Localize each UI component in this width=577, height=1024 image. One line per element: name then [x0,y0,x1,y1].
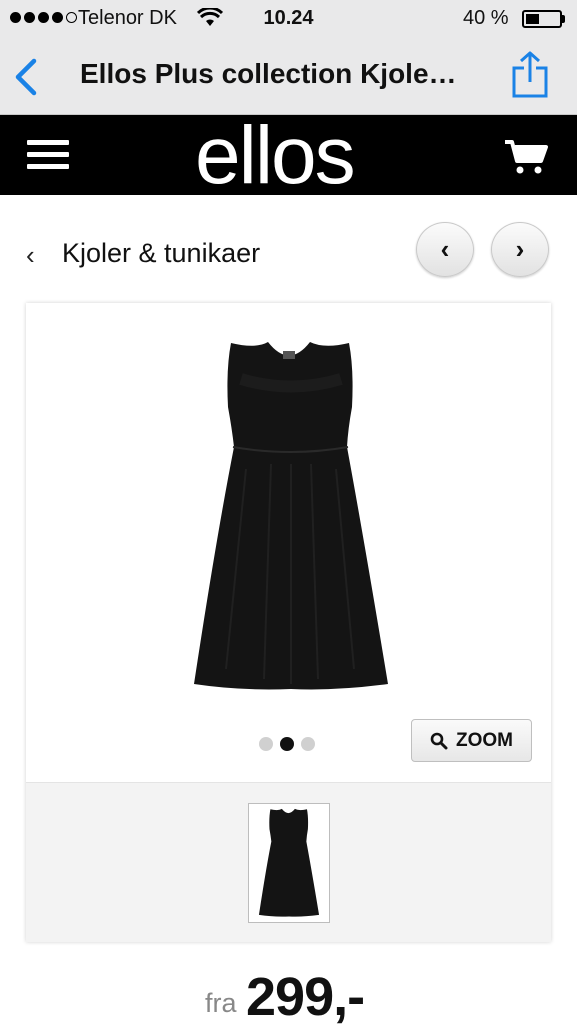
product-thumbnail[interactable] [248,803,330,923]
page-title: Ellos Plus collection Kjole… [80,58,457,89]
status-bar: Telenor DK 10.24 40 % [0,0,577,38]
battery-tip [562,15,565,23]
pagination-dot-active[interactable] [280,737,294,751]
hamburger-icon[interactable] [27,140,69,170]
price: 299,- [246,967,365,1024]
product-gallery-card: ZOOM [26,303,551,942]
navigation-bar: Ellos Plus collection Kjole… [0,38,577,115]
breadcrumb-back-icon[interactable]: ‹ [26,240,35,271]
chevron-left-icon[interactable] [12,57,40,97]
pagination-dot[interactable] [301,737,315,751]
thumbnail-image [258,808,320,917]
ellos-logo[interactable]: ellos [195,123,385,195]
share-icon[interactable] [510,50,550,100]
brand-header: ellos [0,115,577,195]
battery-icon [522,10,562,28]
image-pagination [259,737,315,751]
next-product-button[interactable]: › [491,222,549,277]
breadcrumb-category[interactable]: Kjoler & tunikaer [62,238,260,269]
price-prefix: fra [205,988,237,1018]
zoom-button[interactable]: ZOOM [411,719,532,762]
battery-percent: 40 % [463,7,509,29]
pagination-dot[interactable] [259,737,273,751]
cart-icon[interactable] [503,139,549,175]
product-image[interactable] [186,339,396,694]
thumbnail-strip [26,782,551,942]
search-icon [430,732,448,749]
zoom-label: ZOOM [456,729,513,751]
previous-product-button[interactable]: ‹ [416,222,474,277]
